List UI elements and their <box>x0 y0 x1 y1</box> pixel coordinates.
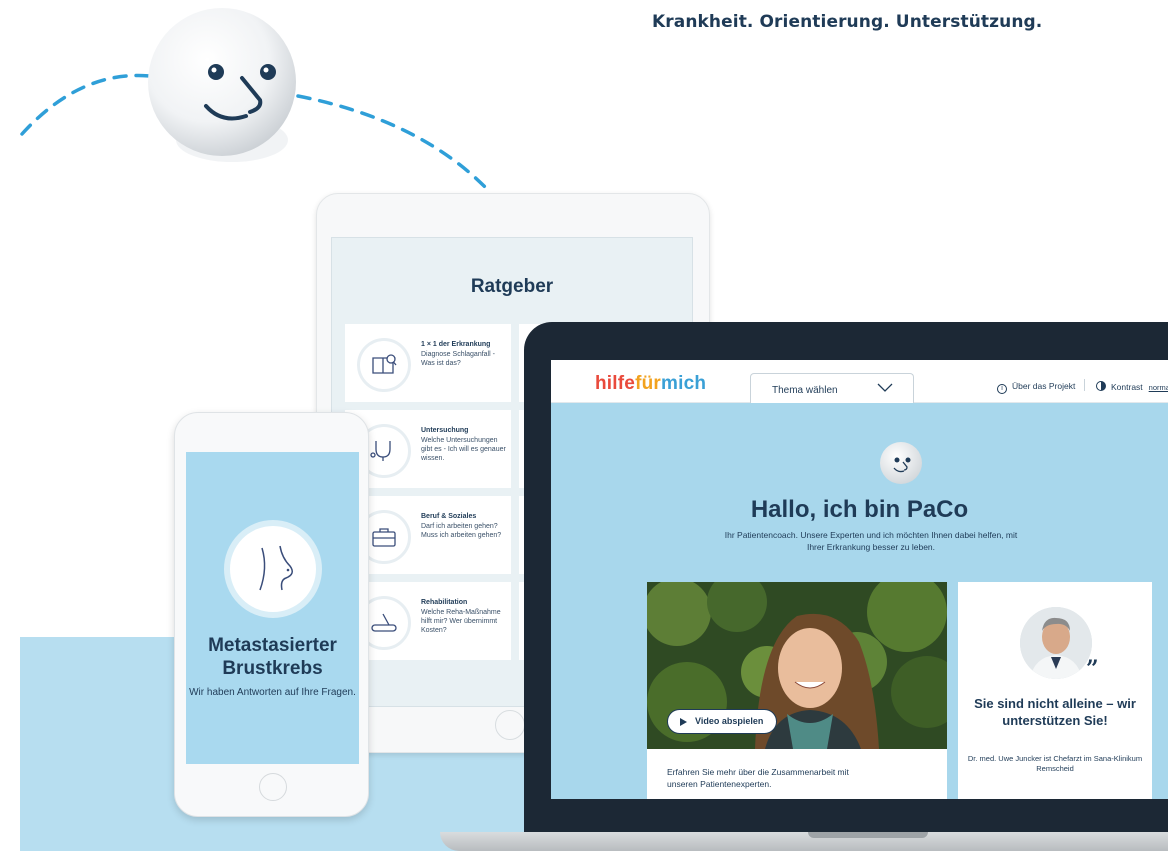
nav-about-link[interactable]: i Über das Projekt <box>997 381 1075 394</box>
contrast-icon <box>1096 381 1106 391</box>
hero-subtitle: Ihr Patientencoach. Unsere Experten und … <box>724 530 1018 552</box>
card-beruf[interactable]: Beruf & Soziales Darf ich arbeiten gehen?… <box>345 496 511 574</box>
card-erkrankung[interactable]: 1 × 1 der Erkrankung Diagnose Schlaganfal… <box>345 324 511 402</box>
ratgeber-title: Ratgeber <box>470 276 554 297</box>
card-rehabilitation[interactable]: Rehabilitation Welche Reha-Maßnahme hilft… <box>345 582 511 660</box>
video-button-label: Video abspielen <box>695 716 764 726</box>
phone-screen: Metastasierter Brustkrebs Wir haben Antw… <box>186 452 359 764</box>
paco-face-icon <box>880 442 922 484</box>
quote-card: ” Sie sind nicht alleine – wir unterstüt… <box>958 582 1152 799</box>
card-untersuchung[interactable]: Untersuchung Welche Untersuchungen gibt e… <box>345 410 511 488</box>
quote-text: Sie sind nicht alleine – wir unterstütze… <box>974 696 1136 728</box>
nav-contrast-label: Kontrast <box>1111 382 1143 392</box>
chevron-down-icon <box>877 383 893 392</box>
card-desc: Welche Reha-Maßnahme hilft mir? Wer über… <box>421 609 501 634</box>
logo-part-hilfe: hilfe <box>595 373 636 394</box>
logo-part-mich: mich <box>661 373 707 394</box>
video-caption: Erfahren Sie mehr über die Zusammenarbei… <box>667 767 849 789</box>
video-card: Video abspielen Erfahren Sie mehr über d… <box>647 582 947 799</box>
quote-author: Dr. med. Uwe Juncker ist Chefarzt im San… <box>967 754 1143 773</box>
card-title: Rehabilitation <box>421 599 468 606</box>
site-logo[interactable]: hilfefürmich <box>595 373 706 395</box>
card-desc: Diagnose Schlaganfall - Was ist das? <box>421 351 495 367</box>
breast-icon <box>224 520 322 618</box>
contrast-value-link[interactable]: normal <box>1149 383 1168 392</box>
logo-part-fuer: für <box>635 373 661 394</box>
laptop-screen: hilfefürmich Thema wählen i Über das Proj… <box>551 360 1168 799</box>
video-play-button[interactable]: Video abspielen <box>667 709 777 734</box>
card-title: 1 × 1 der Erkrankung <box>421 341 491 348</box>
tagline: Krankheit. Orientierung. Unterstützung. <box>652 12 1043 32</box>
doctor-portrait <box>1020 607 1092 679</box>
site-header: hilfefürmich Thema wählen i Über das Proj… <box>551 360 1168 403</box>
play-icon <box>680 718 687 726</box>
nav-contrast[interactable]: Kontrast normal <box>1096 381 1168 392</box>
book-search-icon <box>357 338 411 392</box>
laptop-base <box>440 832 1168 851</box>
laptop-base-notch <box>808 832 928 838</box>
hero-title: Hallo, ich bin PaCo <box>750 496 969 523</box>
nav-divider <box>1084 379 1085 391</box>
quote-icon: ” <box>1086 656 1099 682</box>
theme-select[interactable]: Thema wählen <box>750 373 914 403</box>
card-title: Beruf & Soziales <box>421 513 477 520</box>
phone-device: Metastasierter Brustkrebs Wir haben Antw… <box>174 412 369 817</box>
theme-select-label: Thema wählen <box>772 385 838 396</box>
tablet-home-button <box>495 710 525 740</box>
nav-about-label: Über das Projekt <box>1012 381 1076 391</box>
card-desc: Welche Untersuchungen gibt es - Ich will… <box>421 437 506 462</box>
phone-title: Metastasierter Brustkrebs <box>208 635 337 679</box>
paco-mascot-illustration <box>20 8 490 192</box>
phone-subtitle: Wir haben Antworten auf Ihre Fragen. <box>189 687 356 698</box>
phone-home-button <box>259 773 287 801</box>
info-icon: i <box>997 384 1007 394</box>
card-desc: Darf ich arbeiten gehen? Muss ich arbeit… <box>421 523 502 539</box>
card-title: Untersuchung <box>421 427 469 434</box>
